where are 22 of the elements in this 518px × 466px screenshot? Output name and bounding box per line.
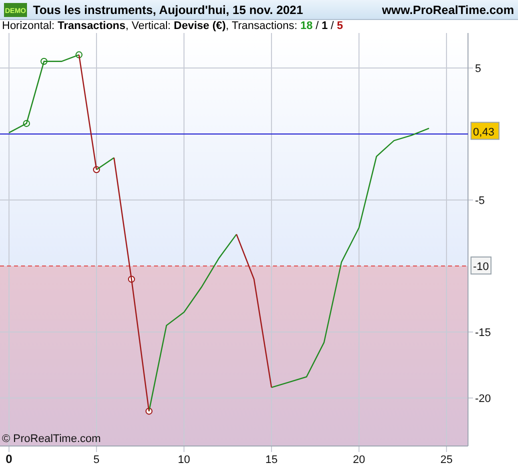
x-tick-label: 10 xyxy=(178,454,190,466)
y-tick-label: -5 xyxy=(475,195,485,207)
y-tick-label: -15 xyxy=(475,327,491,339)
transaction-count: 18 xyxy=(300,20,313,33)
copyright-text: © ProRealTime.com xyxy=(2,433,101,445)
x-tick-label: 15 xyxy=(265,454,278,466)
x-tick-label: 5 xyxy=(93,454,100,466)
transaction-count: 1 xyxy=(322,20,328,33)
count-separator: / xyxy=(316,20,319,33)
reference-label: -10 xyxy=(470,256,492,274)
x-tick-label: 20 xyxy=(352,454,366,466)
transaction-count: 5 xyxy=(336,20,343,33)
x-tick-label: 0 xyxy=(6,452,12,466)
x-tick-label: 25 xyxy=(440,454,453,466)
y-tick-label: -20 xyxy=(475,393,491,405)
last-value-label: 0,43 xyxy=(470,122,500,140)
count-separator: / xyxy=(330,20,334,33)
site-url: www.ProRealTime.com xyxy=(382,2,514,16)
ref-line-label: -10 xyxy=(473,261,489,274)
window-title: Tous les instruments, Aujourd'hui, 15 nov. 2021 xyxy=(33,2,304,16)
info-text: Horizontal: Transactions, Vertical: Devise (€), Transactions: xyxy=(2,20,298,33)
y-tick-label: 5 xyxy=(475,63,482,75)
